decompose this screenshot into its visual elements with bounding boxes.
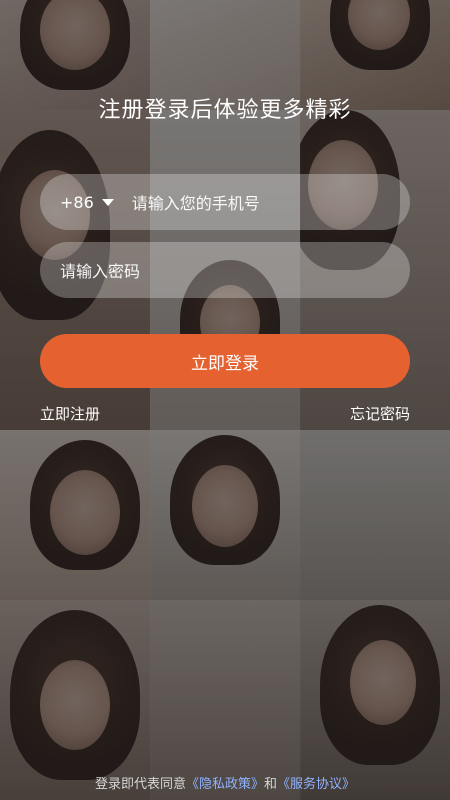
country-code-selector[interactable]: +86 [60, 193, 114, 212]
login-button[interactable]: 立即登录 [40, 334, 410, 388]
register-link[interactable]: 立即注册 [40, 403, 100, 424]
phone-input-field[interactable]: +86 请输入您的手机号 [40, 174, 410, 230]
forgot-password-link[interactable]: 忘记密码 [350, 403, 410, 424]
phone-input-placeholder[interactable]: 请输入您的手机号 [132, 190, 260, 214]
agreement-conjunction: 和 [264, 777, 278, 792]
login-screen: 注册登录后体验更多精彩 +86 请输入您的手机号 请输入密码 立即登录 立即注册… [0, 0, 450, 800]
page-headline: 注册登录后体验更多精彩 [98, 98, 352, 123]
password-input-placeholder[interactable]: 请输入密码 [60, 258, 140, 282]
agreement-notice: 登录即代表同意《隐私政策》和《服务协议》 [0, 773, 450, 792]
service-agreement-link[interactable]: 《服务协议》 [277, 777, 355, 792]
caret-down-icon [101, 198, 114, 206]
password-input-field[interactable]: 请输入密码 [40, 242, 410, 298]
agreement-prefix: 登录即代表同意 [94, 777, 186, 792]
country-code-label: +86 [60, 192, 94, 212]
privacy-policy-link[interactable]: 《隐私政策》 [186, 777, 264, 792]
